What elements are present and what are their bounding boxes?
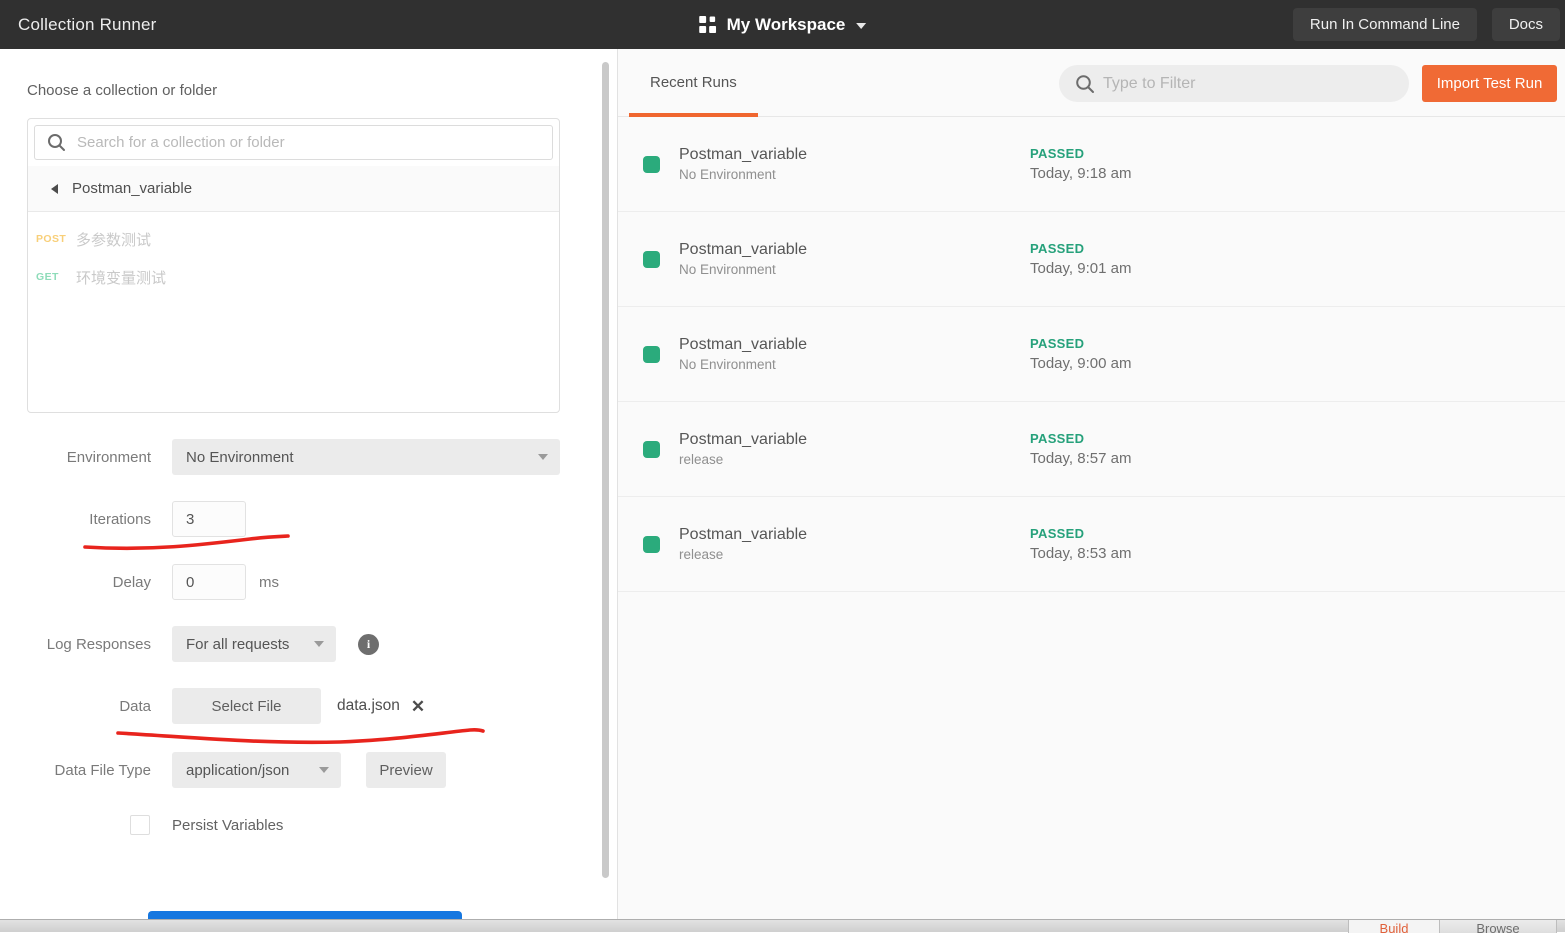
chevron-down-icon xyxy=(856,22,867,29)
run-in-command-line-button[interactable]: Run In Command Line xyxy=(1292,8,1477,41)
status-badge: PASSED xyxy=(1030,336,1085,351)
recent-runs-panel: Recent Runs Import Test Run Postman_vari… xyxy=(617,49,1565,919)
iterations-label: Iterations xyxy=(89,510,151,528)
persist-variables-checkbox[interactable] xyxy=(130,815,150,835)
delay-label: Delay xyxy=(112,573,151,591)
status-badge: PASSED xyxy=(1030,431,1085,446)
search-icon xyxy=(1076,75,1094,93)
select-file-button[interactable]: Select File xyxy=(172,688,321,724)
filter-search xyxy=(1059,65,1409,102)
request-list: POST 多参数测试 GET 环境变量测试 xyxy=(28,212,559,296)
collection-search-input[interactable] xyxy=(34,125,553,160)
workspace-name: My Workspace xyxy=(726,14,846,34)
filter-input[interactable] xyxy=(1103,65,1393,102)
vertical-scrollbar[interactable] xyxy=(602,62,609,878)
request-item[interactable]: GET 环境变量测试 xyxy=(28,258,559,296)
run-timestamp: Today, 9:00 am xyxy=(1030,355,1132,372)
tab-recent-runs[interactable]: Recent Runs xyxy=(629,49,758,117)
run-environment: release xyxy=(679,452,724,467)
method-badge-post: POST xyxy=(36,233,67,245)
status-square-icon xyxy=(643,155,660,173)
run-name: Postman_variable xyxy=(679,336,808,353)
method-badge-get: GET xyxy=(36,271,59,283)
status-square-icon xyxy=(643,250,660,268)
request-item[interactable]: POST 多参数测试 xyxy=(28,220,559,258)
run-timestamp: Today, 9:18 am xyxy=(1030,165,1132,182)
bottom-bar: Build Browse xyxy=(0,919,1565,933)
tab-build[interactable]: Build xyxy=(1348,920,1440,933)
iterations-input[interactable] xyxy=(172,501,246,537)
run-name: Postman_variable xyxy=(679,241,808,258)
run-row[interactable]: Postman_variable release PASSED Today, 8… xyxy=(618,497,1565,592)
preview-button[interactable]: Preview xyxy=(366,752,446,788)
data-label: Data xyxy=(119,697,151,715)
chevron-down-icon xyxy=(538,454,548,460)
environment-value: No Environment xyxy=(186,448,294,466)
status-badge: PASSED xyxy=(1030,241,1085,256)
data-file-type-select[interactable]: application/json xyxy=(172,752,341,788)
run-environment: No Environment xyxy=(679,357,776,372)
run-name: Postman_variable xyxy=(679,431,808,448)
log-responses-label: Log Responses xyxy=(46,635,151,653)
log-responses-value: For all requests xyxy=(186,635,290,653)
run-name: Postman_variable xyxy=(679,526,808,543)
import-test-run-button[interactable]: Import Test Run xyxy=(1422,65,1557,102)
run-timestamp: Today, 8:53 am xyxy=(1030,545,1132,562)
collapse-left-icon xyxy=(51,183,58,194)
status-badge: PASSED xyxy=(1030,526,1085,541)
delay-unit: ms xyxy=(259,573,279,591)
collection-name: Postman_variable xyxy=(72,180,193,197)
recent-runs-header: Recent Runs Import Test Run xyxy=(618,49,1565,117)
delay-input[interactable] xyxy=(172,564,246,600)
close-icon[interactable]: ✕ xyxy=(411,698,425,715)
run-collection-button[interactable] xyxy=(148,911,462,919)
docs-button[interactable]: Docs xyxy=(1491,8,1560,41)
status-square-icon xyxy=(643,345,660,363)
app-title: Collection Runner xyxy=(18,14,157,34)
selected-collection-row[interactable]: Postman_variable xyxy=(28,166,559,212)
environment-select[interactable]: No Environment xyxy=(172,439,560,475)
run-environment: No Environment xyxy=(679,167,776,182)
run-environment: release xyxy=(679,547,724,562)
run-timestamp: Today, 8:57 am xyxy=(1030,450,1132,467)
run-environment: No Environment xyxy=(679,262,776,277)
run-name: Postman_variable xyxy=(679,146,808,163)
persist-variables-label: Persist Variables xyxy=(172,816,284,834)
run-row[interactable]: Postman_variable No Environment PASSED T… xyxy=(618,117,1565,212)
run-timestamp: Today, 9:01 am xyxy=(1030,260,1132,277)
workspace-switcher[interactable]: My Workspace xyxy=(698,14,867,35)
choose-collection-heading: Choose a collection or folder xyxy=(27,82,218,99)
request-name: 环境变量测试 xyxy=(76,269,167,287)
search-icon xyxy=(48,134,65,151)
log-responses-select[interactable]: For all requests xyxy=(172,626,336,662)
info-icon[interactable]: i xyxy=(358,633,379,655)
run-row[interactable]: Postman_variable release PASSED Today, 8… xyxy=(618,402,1565,497)
tab-browse[interactable]: Browse xyxy=(1440,920,1557,933)
request-name: 多参数测试 xyxy=(76,231,152,249)
workspace-grid-icon xyxy=(698,16,716,33)
data-file-type-label: Data File Type xyxy=(54,761,151,779)
data-file-type-value: application/json xyxy=(186,761,290,779)
collection-picker: Postman_variable POST 多参数测试 GET 环境变量测试 xyxy=(27,118,560,413)
chevron-down-icon xyxy=(319,767,329,773)
status-square-icon xyxy=(643,535,660,553)
status-square-icon xyxy=(643,440,660,458)
top-bar: Collection Runner My Workspace Run In Co… xyxy=(0,0,1565,49)
data-file-name: data.json xyxy=(337,697,400,714)
environment-label: Environment xyxy=(66,448,151,466)
runner-settings-panel: Choose a collection or folder Postman_va… xyxy=(0,49,617,919)
chevron-down-icon xyxy=(314,641,324,647)
status-badge: PASSED xyxy=(1030,146,1085,161)
run-row[interactable]: Postman_variable No Environment PASSED T… xyxy=(618,212,1565,307)
run-row[interactable]: Postman_variable No Environment PASSED T… xyxy=(618,307,1565,402)
